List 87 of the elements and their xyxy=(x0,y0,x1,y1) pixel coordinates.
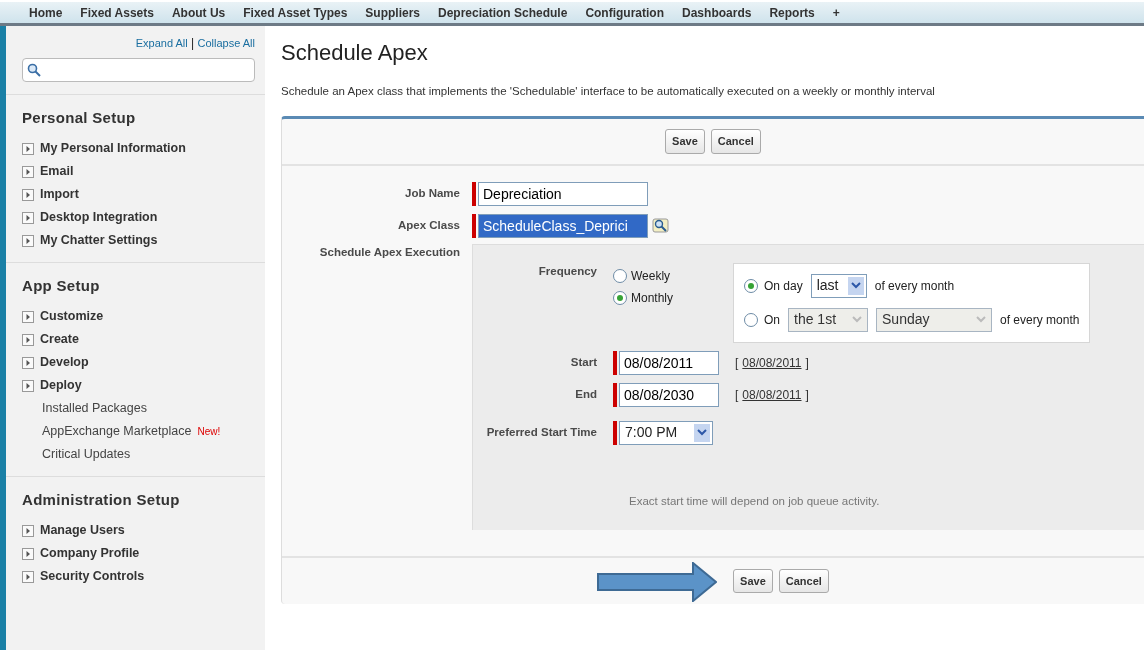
radio-button[interactable] xyxy=(613,290,627,305)
section-heading: Administration Setup xyxy=(22,491,181,509)
time-dropdown[interactable]: 7:00 PM xyxy=(619,420,713,445)
form-button[interactable]: Cancel xyxy=(778,568,829,594)
sidebar-item[interactable]: Develop xyxy=(40,353,89,372)
option-label: of every month xyxy=(874,277,955,295)
nav-tab[interactable]: Fixed Asset Types xyxy=(234,3,357,22)
option-label: On day xyxy=(764,277,803,295)
nav-tab[interactable]: Dashboards xyxy=(673,3,761,22)
expand-icon[interactable] xyxy=(22,333,34,346)
nav-tab[interactable]: Reports xyxy=(760,3,824,22)
sidebar-item[interactable]: My Chatter Settings xyxy=(40,231,158,250)
field-label: Schedule Apex Execution xyxy=(318,244,461,260)
expand-icon[interactable] xyxy=(22,379,34,392)
collapse-all-link[interactable]: Collapse All xyxy=(197,37,255,49)
field-label: Apex Class xyxy=(397,218,461,234)
nav-tab[interactable]: Depreciation Schedule xyxy=(429,3,577,22)
form-button[interactable]: Cancel xyxy=(710,129,761,154)
today-date-link[interactable]: 08/08/2011 xyxy=(742,387,802,402)
search-field[interactable] xyxy=(22,58,255,82)
expand-icon[interactable] xyxy=(22,211,34,224)
radio-button[interactable] xyxy=(613,268,627,283)
field-label: Frequency xyxy=(537,263,598,279)
sidebar-item[interactable]: Company Profile xyxy=(40,544,140,563)
sidebar-item[interactable]: Desktop Integration xyxy=(40,208,158,227)
field-label: Preferred Start Time xyxy=(485,425,598,441)
expand-icon[interactable] xyxy=(22,524,34,537)
sidebar-item[interactable]: Create xyxy=(40,330,79,349)
nav-tab[interactable]: Fixed Assets xyxy=(71,3,163,22)
sidebar-item[interactable]: My Personal Information xyxy=(40,139,186,158)
chevron-icon xyxy=(697,429,707,437)
radio-label: Weekly xyxy=(631,267,671,285)
sidebar-item[interactable]: Manage Users xyxy=(40,521,125,540)
nav-tab[interactable]: Configuration xyxy=(576,3,674,22)
expand-all-link[interactable]: Expand All xyxy=(135,37,188,49)
expand-icon[interactable] xyxy=(22,356,34,369)
expand-icon[interactable] xyxy=(22,188,34,201)
field-label: Job Name xyxy=(404,186,461,202)
chevron-icon xyxy=(852,316,862,324)
hint-text: Exact start time will depend on job queue activity. xyxy=(628,493,881,509)
form-button[interactable]: Save xyxy=(665,129,705,154)
expand-icon[interactable] xyxy=(22,310,34,323)
bracket: ] xyxy=(805,355,809,370)
nav-tab[interactable]: Home xyxy=(20,3,72,22)
lookup-icon[interactable] xyxy=(652,217,670,234)
expand-icon[interactable] xyxy=(22,142,34,155)
bracket: [ xyxy=(735,387,739,402)
date-field[interactable]: 08/08/2011 xyxy=(619,350,719,375)
apex-class-field[interactable]: ScheduleClass_Deprici xyxy=(478,213,648,238)
sidebar-item[interactable]: Customize xyxy=(40,307,104,326)
nav-tab[interactable]: About Us xyxy=(162,3,235,22)
nav-tab[interactable]: + xyxy=(823,3,849,22)
search-icon xyxy=(27,63,41,77)
sidebar-item[interactable]: Deploy xyxy=(40,376,82,395)
dropdown[interactable]: last xyxy=(810,273,867,298)
today-date-link[interactable]: 08/08/2011 xyxy=(742,355,802,370)
nav-tab[interactable]: Suppliers xyxy=(356,3,429,22)
expand-icon[interactable] xyxy=(22,234,34,247)
radio-button[interactable] xyxy=(744,278,758,293)
radio-button[interactable] xyxy=(744,312,758,327)
bracket: [ xyxy=(735,355,739,370)
page-description: Schedule an Apex class that implements the 'Schedulable' interface to be automatically executed on a weekly or monthly interval xyxy=(281,84,936,99)
sidebar-item[interactable]: Security Controls xyxy=(40,567,145,586)
section-heading: Personal Setup xyxy=(22,109,137,127)
section-heading: App Setup xyxy=(22,277,101,295)
expand-icon[interactable] xyxy=(22,570,34,583)
link-separator: | xyxy=(190,36,196,50)
option-label: On xyxy=(764,311,780,329)
field-label: End xyxy=(574,387,598,403)
new-label: New! xyxy=(197,425,221,439)
sidebar-item[interactable]: Import xyxy=(40,185,79,204)
date-field[interactable]: 08/08/2030 xyxy=(619,382,719,407)
field-label: Start xyxy=(569,355,598,371)
sidebar-item[interactable]: Email xyxy=(40,162,74,181)
sidebar-link[interactable]: Critical Updates xyxy=(42,445,131,464)
chevron-icon xyxy=(850,282,861,290)
page-title: Schedule Apex xyxy=(281,39,429,67)
bracket: ] xyxy=(805,387,809,402)
expand-icon[interactable] xyxy=(22,547,34,560)
radio-label: Monthly xyxy=(631,289,674,307)
sidebar-link[interactable]: Installed Packages xyxy=(42,399,147,418)
expand-icon[interactable] xyxy=(22,165,34,178)
sidebar-link[interactable]: AppExchange Marketplace xyxy=(42,422,192,441)
option-label: of every month xyxy=(1000,311,1080,329)
job-name-field[interactable]: Depreciation xyxy=(478,181,648,206)
form-button[interactable]: Save xyxy=(733,568,773,594)
chevron-icon xyxy=(976,316,986,324)
